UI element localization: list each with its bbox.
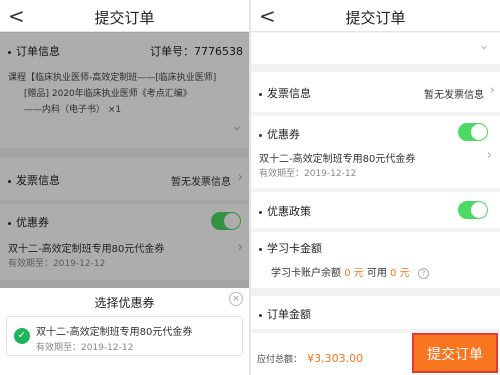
coupon-option-name: 双十二-高效定制班专用80元代金券 [36,327,193,338]
page-title: 提交订单 [345,9,406,27]
usable-value: 0 元 [390,268,410,279]
order-collapse-row[interactable]: › [251,33,500,64]
coupon-sheet: 选择优惠券 × ✓ 双十二-高效定制班专用80元代金券 有效期至：2019-12… [0,288,249,375]
invoice-row[interactable]: 发票信息 暂无发票信息 › [251,72,500,112]
bullet-icon [259,210,262,214]
coupon-option-expiry: 有效期至：2019-12-12 [36,343,134,353]
sheet-title: 选择优惠券 [94,296,155,310]
coupon-name: 双十二-高效定制班专用80元代金券 [259,154,416,165]
submit-order-button[interactable]: 提交订单 [412,333,498,373]
toggle-knob [471,124,487,140]
nav-bar: < 提交订单 [0,0,249,32]
nav-bar: < 提交订单 [251,0,500,32]
order-amount-label: 订单金额 [267,308,311,321]
coupon-label: 优惠券 [267,128,300,141]
toggle-knob [471,202,487,218]
page-title: 提交订单 [94,9,155,27]
usable-label: 可用 [366,268,387,279]
checkout-bar: 应付总额： ¥3,303.00 提交订单 [251,333,500,375]
right-screen: < 提交订单 › 发票信息 暂无发票信息 › 优惠券 双十二-高效定制班专用80… [251,0,500,375]
bullet-icon [259,247,262,251]
study-card-row: 学习卡金额 学习卡账户余额 0 元 可用 0 元 ? [251,232,500,288]
study-card-label: 学习卡金额 [267,242,322,255]
close-icon[interactable]: × [229,292,243,306]
order-amount-row: 订单金额 [251,296,500,329]
help-icon[interactable]: ? [417,268,429,279]
balance-value: 0 元 [344,268,364,279]
check-icon: ✓ [14,328,30,344]
invoice-label: 发票信息 [267,87,311,100]
modal-overlay[interactable] [0,32,249,288]
coupon-expiry: 有效期至：2019-12-12 [259,169,357,179]
coupon-option[interactable]: ✓ 双十二-高效定制班专用80元代金券 有效期至：2019-12-12 [6,316,243,356]
policy-row: 优惠政策 [251,192,500,228]
left-screen: < 提交订单 订单信息 订单号：7776538 课程【临床执业医师-高效定制班—… [0,0,249,375]
chevron-right-icon: › [486,148,492,163]
coupon-toggle[interactable] [458,123,488,141]
bullet-icon [259,313,262,317]
invoice-value: 暂无发票信息 [424,90,484,101]
policy-label: 优惠政策 [267,205,311,218]
total-amount: ¥3,303.00 [307,352,364,365]
total-label: 应付总额： [257,355,303,365]
chevron-right-icon: › [489,83,495,98]
chevron-down-icon[interactable]: › [476,45,491,50]
bullet-icon [259,92,262,96]
policy-toggle[interactable] [458,201,488,219]
balance-label: 学习卡账户余额 [271,268,341,279]
coupon-row[interactable]: 优惠券 双十二-高效定制班专用80元代金券 有效期至：2019-12-12 › [251,116,500,188]
bullet-icon [259,133,262,137]
